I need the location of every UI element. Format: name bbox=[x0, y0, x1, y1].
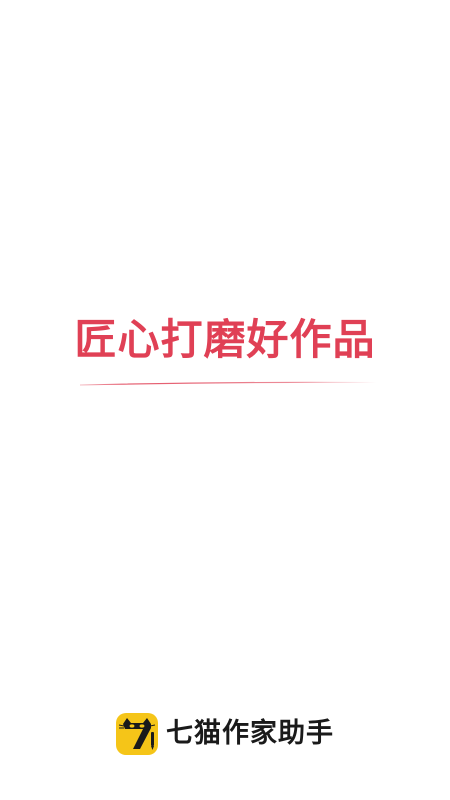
splash-screen: 匠心打磨好作品 七猫作家助手 bbox=[0, 0, 450, 800]
brand-row: 七猫作家助手 bbox=[0, 712, 450, 756]
slogan-text: 匠心打磨好作品 bbox=[74, 315, 376, 364]
slogan-container: 匠心打磨好作品 bbox=[0, 312, 450, 368]
brand-name: 七猫作家助手 bbox=[166, 718, 334, 749]
slogan-underline bbox=[80, 381, 376, 386]
cat-seven-logo-icon bbox=[116, 713, 158, 755]
